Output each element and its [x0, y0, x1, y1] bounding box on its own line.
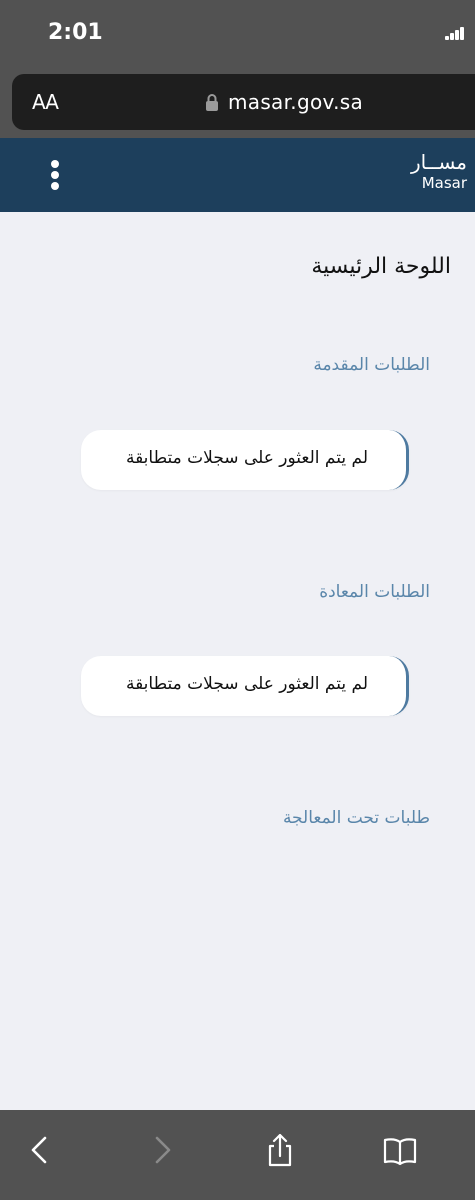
signal-icon [445, 26, 465, 40]
text-size-label: AA [32, 90, 59, 114]
brand-name-en: Masar [421, 174, 467, 192]
address-bar[interactable]: AA masar.gov.sa [12, 74, 475, 130]
empty-state-card-submitted: لم يتم العثور على سجلات متطابقة [81, 430, 409, 490]
text-size-button[interactable]: AA [32, 90, 59, 114]
empty-state-message: لم يتم العثور على سجلات متطابقة [125, 448, 368, 468]
empty-state-message: لم يتم العثور على سجلات متطابقة [125, 674, 368, 694]
share-icon[interactable] [262, 1132, 298, 1168]
section-title-submitted[interactable]: الطلبات المقدمة [313, 355, 430, 375]
forward-icon[interactable] [144, 1132, 180, 1168]
status-time: 2:01 [48, 20, 103, 45]
bookmarks-icon[interactable] [382, 1132, 418, 1168]
brand-name-ar: مســار [410, 150, 467, 174]
url-text: masar.gov.sa [228, 90, 364, 114]
browser-toolbar [0, 1110, 475, 1200]
section-title-in-progress[interactable]: طلبات تحت المعالجة [283, 808, 430, 828]
lock-icon [206, 94, 218, 111]
page-title: اللوحة الرئيسية [311, 254, 451, 279]
status-bar: 2:01 [0, 0, 475, 68]
app-header: مســار Masar [0, 138, 475, 212]
url-field[interactable]: masar.gov.sa [204, 90, 363, 114]
back-icon[interactable] [22, 1132, 58, 1168]
section-title-returned[interactable]: الطلبات المعادة [319, 582, 430, 602]
empty-state-card-returned: لم يتم العثور على سجلات متطابقة [81, 656, 409, 716]
browser-address-area: AA masar.gov.sa [0, 68, 475, 138]
brand-logo[interactable]: مســار Masar [411, 150, 467, 192]
kebab-menu-icon[interactable] [49, 160, 61, 190]
